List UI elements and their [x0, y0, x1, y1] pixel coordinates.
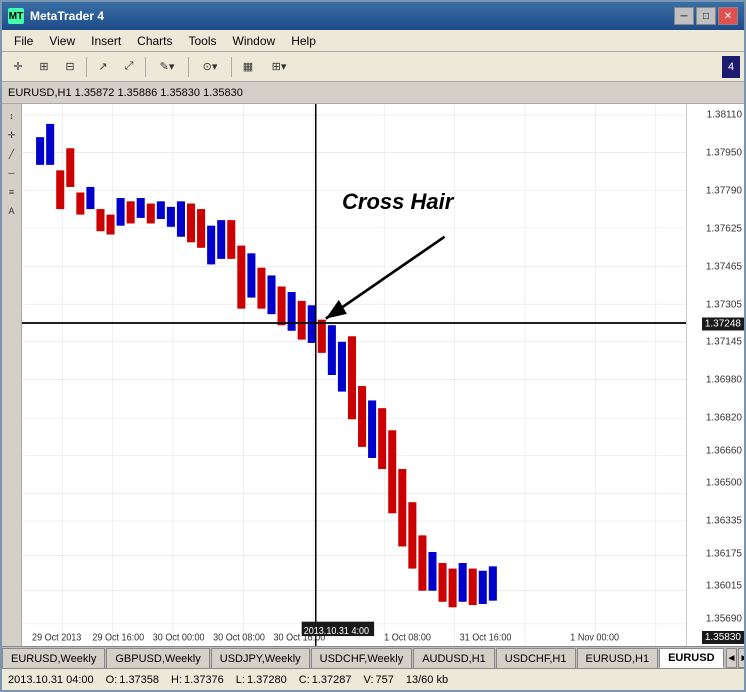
- price-label-4: 1.37625: [706, 223, 742, 234]
- price-label-1: 1.38110: [707, 109, 742, 120]
- chart-header: EURUSD,H1 1.35872 1.35886 1.35830 1.3583…: [2, 82, 744, 104]
- svg-text:29 Oct 2013: 29 Oct 2013: [32, 632, 81, 644]
- toolbar-number: 4: [722, 56, 740, 78]
- price-label-2: 1.37950: [706, 147, 742, 158]
- price-axis: 1.38110 1.37950 1.37790 1.37625 1.37465 …: [686, 104, 744, 646]
- side-tool-fib[interactable]: ≡: [4, 184, 20, 200]
- status-size: 13/60 kb: [406, 674, 448, 686]
- price-label-6: 1.37305: [706, 299, 742, 310]
- side-tool-crosshair[interactable]: ✛: [4, 127, 20, 143]
- toolbar-separator-2: [145, 57, 146, 77]
- status-datetime: 2013.10.31 04:00: [8, 674, 94, 686]
- tool-screenshot[interactable]: ▦: [236, 56, 260, 78]
- tab-nav-left[interactable]: ◄: [726, 648, 738, 668]
- tool-line[interactable]: ⤢: [117, 56, 141, 78]
- price-label-3: 1.37790: [706, 185, 742, 196]
- toolbar-separator-4: [231, 57, 232, 77]
- price-label-10: 1.36660: [706, 445, 742, 456]
- price-label-14: 1.36015: [706, 581, 742, 592]
- tab-audusd-h1[interactable]: AUDUSD,H1: [413, 648, 495, 668]
- tab-usdjpy-weekly[interactable]: USDJPY,Weekly: [211, 648, 310, 668]
- chart-svg: 29 Oct 2013 29 Oct 16:00 30 Oct 00:00 30…: [22, 104, 686, 646]
- menu-tools[interactable]: Tools: [181, 32, 225, 50]
- chart-main[interactable]: 29 Oct 2013 29 Oct 16:00 30 Oct 00:00 30…: [22, 104, 686, 646]
- status-open: O: 1.37358: [106, 674, 159, 686]
- svg-text:1 Oct 08:00: 1 Oct 08:00: [384, 632, 431, 644]
- chart-left-tools: ↕ ✛ ╱ ─ ≡ A: [2, 104, 22, 646]
- price-label-12: 1.36335: [706, 516, 742, 527]
- menu-view[interactable]: View: [41, 32, 83, 50]
- svg-text:30 Oct 08:00: 30 Oct 08:00: [213, 632, 265, 644]
- title-bar: MT MetaTrader 4 ─ □ ✕: [2, 2, 744, 30]
- tab-eurusd-active[interactable]: EURUSD: [659, 648, 723, 668]
- menu-window[interactable]: Window: [225, 32, 284, 50]
- tab-gbpusd-weekly[interactable]: GBPUSD,Weekly: [106, 648, 209, 668]
- tab-usdchf-h1[interactable]: USDCHF,H1: [496, 648, 576, 668]
- price-label-5: 1.37465: [706, 261, 742, 272]
- tab-usdchf-weekly[interactable]: USDCHF,Weekly: [311, 648, 413, 668]
- main-window: MT MetaTrader 4 ─ □ ✕ File View Insert C…: [0, 0, 746, 692]
- close-button[interactable]: ✕: [718, 7, 738, 25]
- tool-template[interactable]: ⊞▾: [262, 56, 296, 78]
- chart-container: EURUSD,H1 1.35872 1.35886 1.35830 1.3583…: [2, 82, 744, 668]
- menu-file[interactable]: File: [6, 32, 41, 50]
- status-low: L: 1.37280: [236, 674, 287, 686]
- side-tool-text[interactable]: A: [4, 203, 20, 219]
- toolbar-separator-3: [188, 57, 189, 77]
- tool-zoom-in[interactable]: ⊞: [32, 56, 56, 78]
- minimize-button[interactable]: ─: [674, 7, 694, 25]
- menu-insert[interactable]: Insert: [83, 32, 129, 50]
- side-tool-hline[interactable]: ─: [4, 165, 20, 181]
- menu-bar: File View Insert Charts Tools Window Hel…: [2, 30, 744, 52]
- price-label-11: 1.36500: [706, 478, 742, 489]
- svg-text:29 Oct 16:00: 29 Oct 16:00: [92, 632, 144, 644]
- status-close: C: 1.37287: [299, 674, 352, 686]
- toolbar: ✛ ⊞ ⊟ ↗ ⤢ ✎▾ ⊙▾ ▦ ⊞▾ 4: [2, 52, 744, 82]
- tab-eurusd-weekly[interactable]: EURUSD,Weekly: [2, 648, 105, 668]
- svg-text:30 Oct 00:00: 30 Oct 00:00: [153, 632, 205, 644]
- price-label-9: 1.36820: [706, 413, 742, 424]
- side-tool-line[interactable]: ╱: [4, 146, 20, 162]
- menu-help[interactable]: Help: [283, 32, 324, 50]
- status-high: H: 1.37376: [171, 674, 224, 686]
- menu-charts[interactable]: Charts: [129, 32, 180, 50]
- chart-ohlc: 1.35872 1.35886 1.35830 1.35830: [75, 87, 243, 99]
- tool-draw[interactable]: ✎▾: [150, 56, 184, 78]
- window-controls: ─ □ ✕: [674, 7, 738, 25]
- tool-time[interactable]: ⊙▾: [193, 56, 227, 78]
- status-bar: 2013.10.31 04:00 O: 1.37358 H: 1.37376 L…: [2, 668, 744, 690]
- app-icon: MT: [8, 8, 24, 24]
- tab-nav-right[interactable]: ►: [738, 648, 744, 668]
- price-label-8: 1.36980: [706, 375, 742, 386]
- tab-eurusd-h1[interactable]: EURUSD,H1: [577, 648, 659, 668]
- svg-text:2013.10.31 4:00: 2013.10.31 4:00: [304, 625, 369, 637]
- toolbar-separator-1: [86, 57, 87, 77]
- svg-text:1 Nov 00:00: 1 Nov 00:00: [570, 632, 619, 644]
- price-label-13: 1.36175: [706, 548, 742, 559]
- tool-crosshair[interactable]: ✛: [6, 56, 30, 78]
- status-volume: V: 757: [364, 674, 394, 686]
- tool-arrow[interactable]: ↗: [91, 56, 115, 78]
- side-tool-arrow[interactable]: ↕: [4, 108, 20, 124]
- price-label-15: 1.35690: [706, 613, 742, 624]
- price-label-bottom: 1.35830: [702, 631, 744, 644]
- chart-body: ↕ ✛ ╱ ─ ≡ A: [2, 104, 744, 646]
- price-label-7: 1.37145: [706, 337, 742, 348]
- window-title: MetaTrader 4: [30, 9, 674, 23]
- maximize-button[interactable]: □: [696, 7, 716, 25]
- tab-bar: EURUSD,Weekly GBPUSD,Weekly USDJPY,Weekl…: [2, 646, 744, 668]
- svg-text:31 Oct 16:00: 31 Oct 16:00: [460, 632, 512, 644]
- tool-zoom-out[interactable]: ⊟: [58, 56, 82, 78]
- chart-symbol: EURUSD,H1: [8, 87, 72, 99]
- crosshair-price-label: 1.37248: [702, 317, 744, 330]
